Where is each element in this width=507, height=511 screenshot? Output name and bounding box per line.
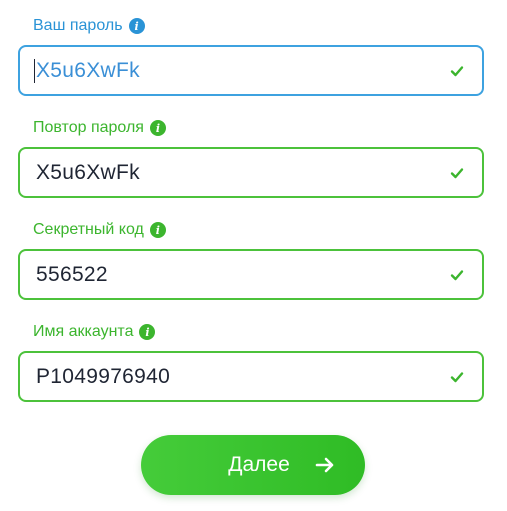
repeat-password-value[interactable]: X5u6XwFk [36,161,450,185]
password-field[interactable]: X5u6XwFk [18,45,484,96]
secret-code-field[interactable]: 556522 [18,249,484,300]
account-name-label: Имя аккаунта i [33,323,156,341]
repeat-password-label: Повтор пароля i [33,119,166,137]
account-name-value[interactable]: P1049976940 [36,365,450,389]
account-name-label-text: Имя аккаунта [33,323,134,340]
secret-code-label-text: Секретный код [33,221,144,238]
password-value[interactable]: X5u6XwFk [34,58,450,83]
account-name-field[interactable]: P1049976940 [18,351,484,402]
check-icon [450,167,464,178]
info-icon[interactable]: i [149,120,166,136]
secret-code-value[interactable]: 556522 [36,263,450,287]
repeat-password-label-text: Повтор пароля [33,119,144,136]
info-icon[interactable]: i [149,222,166,238]
check-icon [450,65,464,76]
arrow-right-icon [315,457,334,473]
check-icon [450,371,464,382]
info-icon[interactable]: i [128,18,145,34]
next-button-label: Далее [228,453,290,476]
registration-form: Ваш пароль i X5u6XwFk Повтор пароля i X5… [0,0,507,511]
password-label-text: Ваш пароль [33,17,123,34]
secret-code-label: Секретный код i [33,221,166,239]
password-label: Ваш пароль i [33,17,145,35]
next-button[interactable]: Далее [141,435,365,495]
repeat-password-field[interactable]: X5u6XwFk [18,147,484,198]
check-icon [450,269,464,280]
info-icon[interactable]: i [139,324,156,340]
